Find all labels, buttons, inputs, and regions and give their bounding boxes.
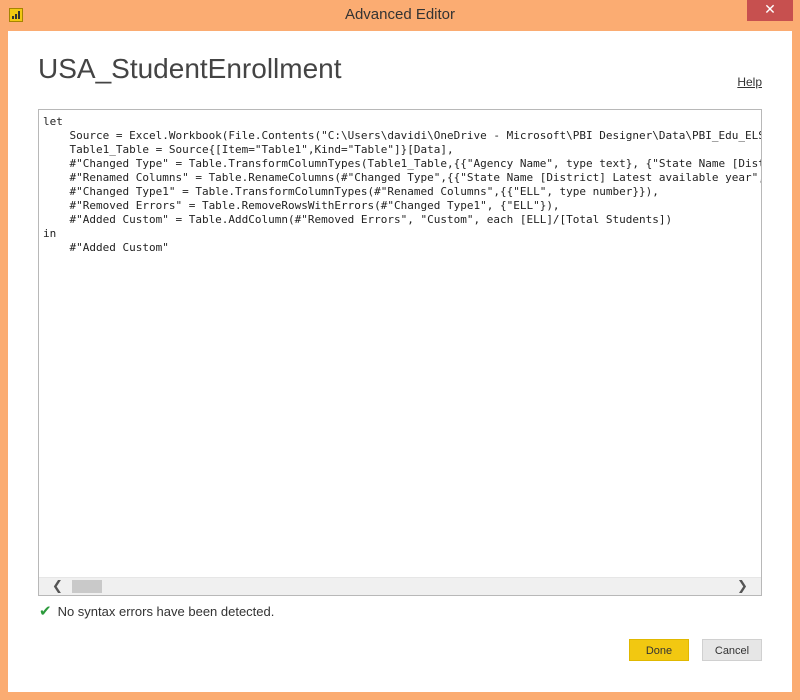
check-icon: ✔ [39, 603, 52, 620]
help-link[interactable]: Help [737, 75, 762, 89]
title-bar[interactable]: Advanced Editor ✕ [0, 0, 800, 31]
query-code-text[interactable]: let Source = Excel.Workbook(File.Content… [43, 115, 761, 255]
syntax-status: ✔ No syntax errors have been detected. [39, 602, 274, 620]
advanced-editor-window: Advanced Editor ✕ USA_StudentEnrollment … [0, 0, 800, 700]
code-editor[interactable]: let Source = Excel.Workbook(File.Content… [38, 109, 762, 596]
window-title: Advanced Editor [344, 6, 456, 23]
scroll-left-icon[interactable]: ❮ [49, 578, 66, 595]
editor-client-area: USA_StudentEnrollment Help let Source = … [8, 31, 792, 692]
horizontal-scrollbar[interactable]: ❮ ❯ [39, 577, 761, 595]
scrollbar-thumb[interactable] [72, 580, 102, 593]
query-name-heading: USA_StudentEnrollment [38, 53, 342, 84]
done-button[interactable]: Done [629, 639, 689, 661]
scroll-right-icon[interactable]: ❯ [734, 578, 751, 595]
cancel-button[interactable]: Cancel [702, 639, 762, 661]
syntax-status-text: No syntax errors have been detected. [57, 604, 275, 619]
close-button[interactable]: ✕ [747, 0, 793, 21]
